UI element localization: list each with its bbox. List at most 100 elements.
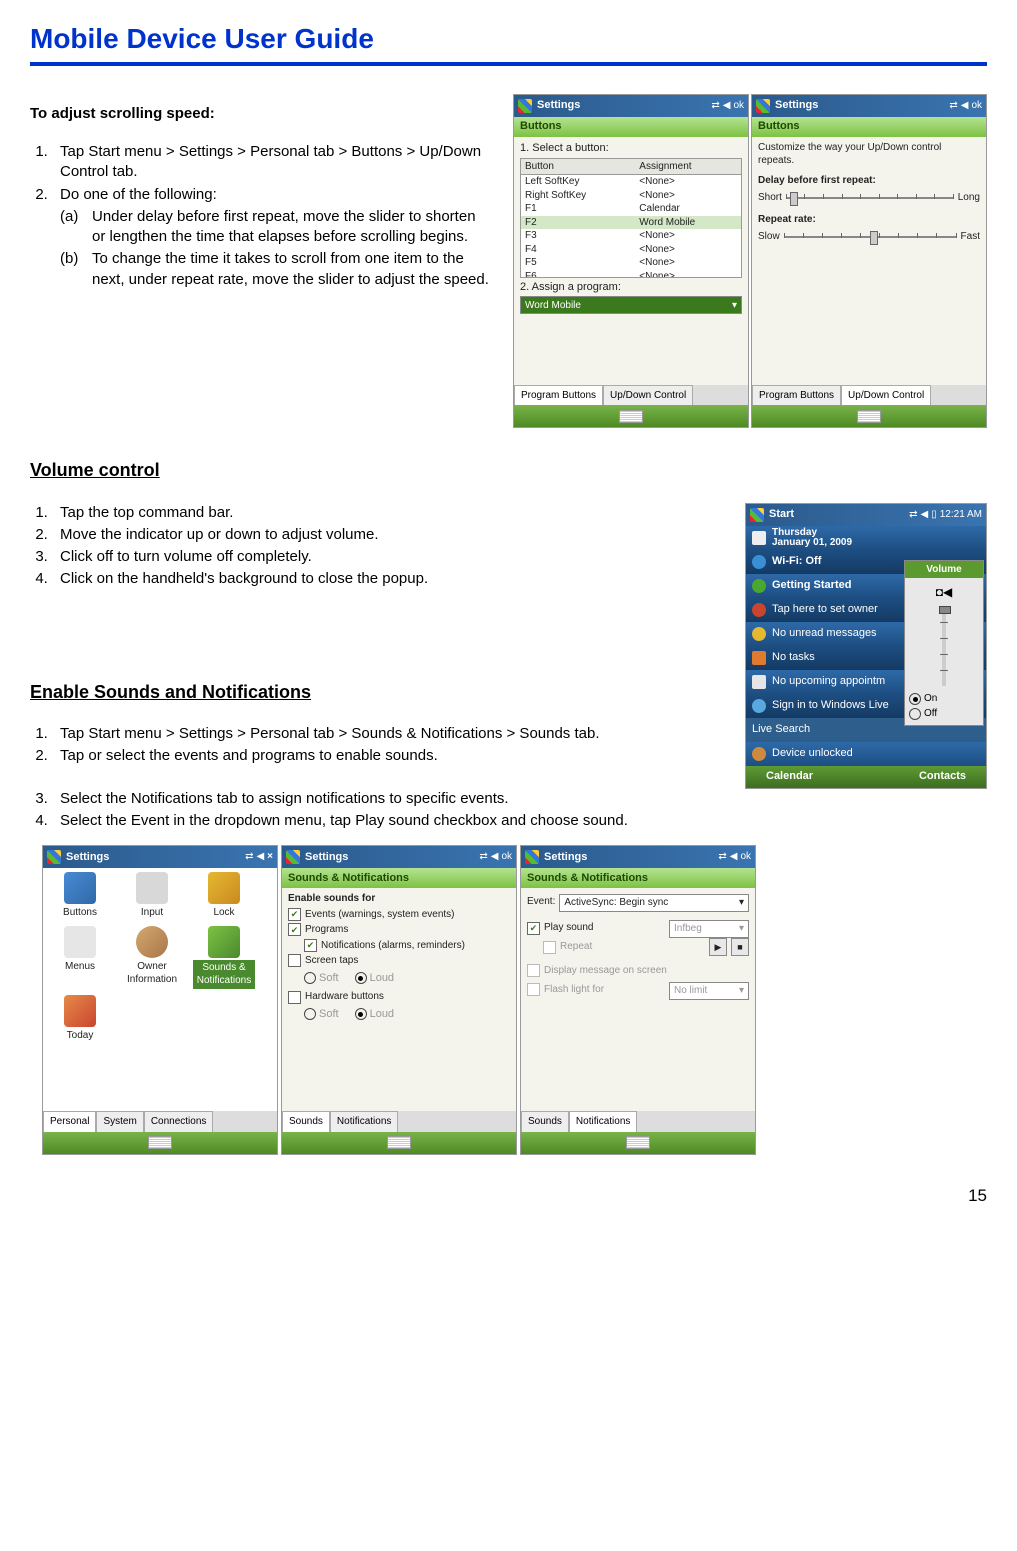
start-icon[interactable] — [286, 850, 300, 864]
signal-icon[interactable]: ⇄ — [718, 850, 726, 864]
chk-repeat[interactable]: Repeat — [527, 940, 705, 954]
tab-system[interactable]: System — [96, 1111, 143, 1132]
date-row[interactable]: ThursdayJanuary 01, 2009 — [746, 526, 986, 550]
radio-loud2[interactable]: Loud — [355, 1007, 394, 1022]
slider-thumb[interactable] — [790, 192, 798, 206]
chk-events[interactable]: ✔Events (warnings, system events) — [288, 908, 510, 922]
table-row[interactable]: F5<None> — [521, 256, 741, 270]
radio-loud[interactable]: Loud — [355, 971, 394, 986]
sounds-steps: Tap Start menu > Settings > Personal tab… — [30, 724, 725, 767]
volume-slider[interactable] — [942, 606, 946, 686]
tab-notifications[interactable]: Notifications — [330, 1111, 398, 1132]
volume-icon[interactable]: ◀ — [730, 850, 738, 864]
event-dropdown[interactable]: ActiveSync: Begin sync▾ — [559, 894, 749, 912]
tab-connections[interactable]: Connections — [144, 1111, 214, 1132]
getting-icon — [752, 579, 766, 593]
ok-button[interactable]: ok — [740, 850, 751, 864]
table-row[interactable]: Right SoftKey<None> — [521, 189, 741, 203]
chk-play-sound[interactable]: ✔Play sound — [527, 921, 665, 935]
keyboard-icon[interactable] — [387, 1136, 411, 1149]
volume-icon[interactable]: ◀ — [921, 508, 929, 522]
app-lock[interactable]: Lock — [193, 872, 255, 920]
table-row[interactable]: Left SoftKey<None> — [521, 175, 741, 189]
signal-icon[interactable]: ⇄ — [245, 850, 253, 864]
tab-sounds[interactable]: Sounds — [521, 1111, 569, 1132]
snd-step4: Select the Event in the dropdown menu, t… — [52, 811, 987, 831]
slider-thumb[interactable] — [870, 231, 878, 245]
snd-step2: Tap or select the events and programs to… — [52, 746, 725, 766]
tab-updown-control[interactable]: Up/Down Control — [603, 385, 693, 406]
chk-flash[interactable]: Flash light for — [527, 983, 665, 997]
radio-soft2[interactable]: Soft — [304, 1007, 339, 1022]
stop-button[interactable]: ■ — [731, 938, 749, 956]
keyboard-icon[interactable] — [619, 410, 643, 423]
lock-icon — [752, 747, 766, 761]
table-row[interactable]: F1Calendar — [521, 202, 741, 216]
signal-icon[interactable]: ⇄ — [711, 99, 719, 113]
keyboard-icon[interactable] — [626, 1136, 650, 1149]
table-row[interactable]: F3<None> — [521, 229, 741, 243]
tab-program-buttons[interactable]: Program Buttons — [752, 385, 841, 406]
tab-sounds[interactable]: Sounds — [282, 1111, 330, 1132]
table-row-selected[interactable]: F2Word Mobile — [521, 216, 741, 230]
signal-icon[interactable]: ⇄ — [909, 508, 917, 522]
volume-icon[interactable]: ◀ — [491, 850, 499, 864]
start-icon[interactable] — [750, 508, 764, 522]
app-label: Lock — [213, 906, 234, 920]
titlebar-text: Settings — [305, 850, 479, 865]
app-today[interactable]: Today — [49, 995, 111, 1043]
volume-popup[interactable]: Volume ◘◀ On Off — [904, 560, 984, 727]
program-dropdown[interactable]: Word Mobile ▾ — [520, 296, 742, 314]
msg-icon — [752, 627, 766, 641]
keyboard-icon[interactable] — [857, 410, 881, 423]
radio-off[interactable]: Off — [909, 707, 979, 721]
contacts-softkey[interactable]: Contacts — [919, 769, 966, 784]
tab-updown-control[interactable]: Up/Down Control — [841, 385, 931, 406]
radio-on[interactable]: On — [909, 692, 979, 706]
ok-button[interactable]: ok — [733, 99, 744, 113]
volume-icon[interactable]: ◀ — [961, 99, 969, 113]
tab-notifications[interactable]: Notifications — [569, 1111, 637, 1132]
table-row[interactable]: F6<None> — [521, 270, 741, 278]
signal-icon[interactable]: ⇄ — [949, 99, 957, 113]
calendar-softkey[interactable]: Calendar — [766, 769, 813, 784]
ok-button[interactable]: ok — [501, 850, 512, 864]
close-button[interactable]: × — [267, 850, 273, 864]
search-text: Live Search — [752, 722, 810, 737]
button-table[interactable]: ButtonAssignment Left SoftKey<None> Righ… — [521, 159, 741, 278]
table-row[interactable]: F4<None> — [521, 243, 741, 257]
signal-icon[interactable]: ⇄ — [479, 850, 487, 864]
tab-program-buttons[interactable]: Program Buttons — [514, 385, 603, 406]
chk-hardware[interactable]: Hardware buttons — [288, 990, 510, 1004]
play-button[interactable]: ▶ — [709, 938, 727, 956]
chk-notifications[interactable]: ✔Notifications (alarms, reminders) — [288, 939, 510, 953]
volume-icon[interactable]: ◀ — [723, 99, 731, 113]
keyboard-icon[interactable] — [148, 1136, 172, 1149]
chk-screen-taps[interactable]: Screen taps — [288, 954, 510, 968]
app-sounds[interactable]: Sounds & Notifications — [193, 926, 255, 989]
app-menus[interactable]: Menus — [49, 926, 111, 989]
app-buttons[interactable]: Buttons — [49, 872, 111, 920]
delay-slider[interactable]: Short Long — [758, 191, 980, 205]
customize-desc: Customize the way your Up/Down control r… — [758, 141, 980, 168]
lock-row[interactable]: Device unlocked — [746, 742, 986, 766]
app-owner[interactable]: Owner Information — [121, 926, 183, 989]
start-icon[interactable] — [756, 99, 770, 113]
chk-display-msg[interactable]: Display message on screen — [527, 964, 749, 978]
tab-personal[interactable]: Personal — [43, 1111, 96, 1132]
app-input[interactable]: Input — [121, 872, 183, 920]
start-icon[interactable] — [525, 850, 539, 864]
battery-icon[interactable]: ▯ — [931, 508, 937, 522]
sound-dropdown[interactable]: Infbeg▾ — [669, 920, 749, 938]
chk-programs[interactable]: ✔Programs — [288, 923, 510, 937]
flash-dropdown[interactable]: No limit▾ — [669, 982, 749, 1000]
volume-icon[interactable]: ◀ — [256, 850, 264, 864]
start-icon[interactable] — [47, 850, 61, 864]
rate-slider[interactable]: Slow Fast — [758, 230, 980, 244]
enable-sounds-heading: Enable sounds for — [288, 892, 510, 906]
ok-button[interactable]: ok — [971, 99, 982, 113]
radio-soft[interactable]: Soft — [304, 971, 339, 986]
volume-thumb[interactable] — [939, 606, 951, 614]
screenshot-buttons: Settings ⇄ ◀ ok Buttons 1. Select a butt… — [513, 94, 749, 429]
start-icon[interactable] — [518, 99, 532, 113]
